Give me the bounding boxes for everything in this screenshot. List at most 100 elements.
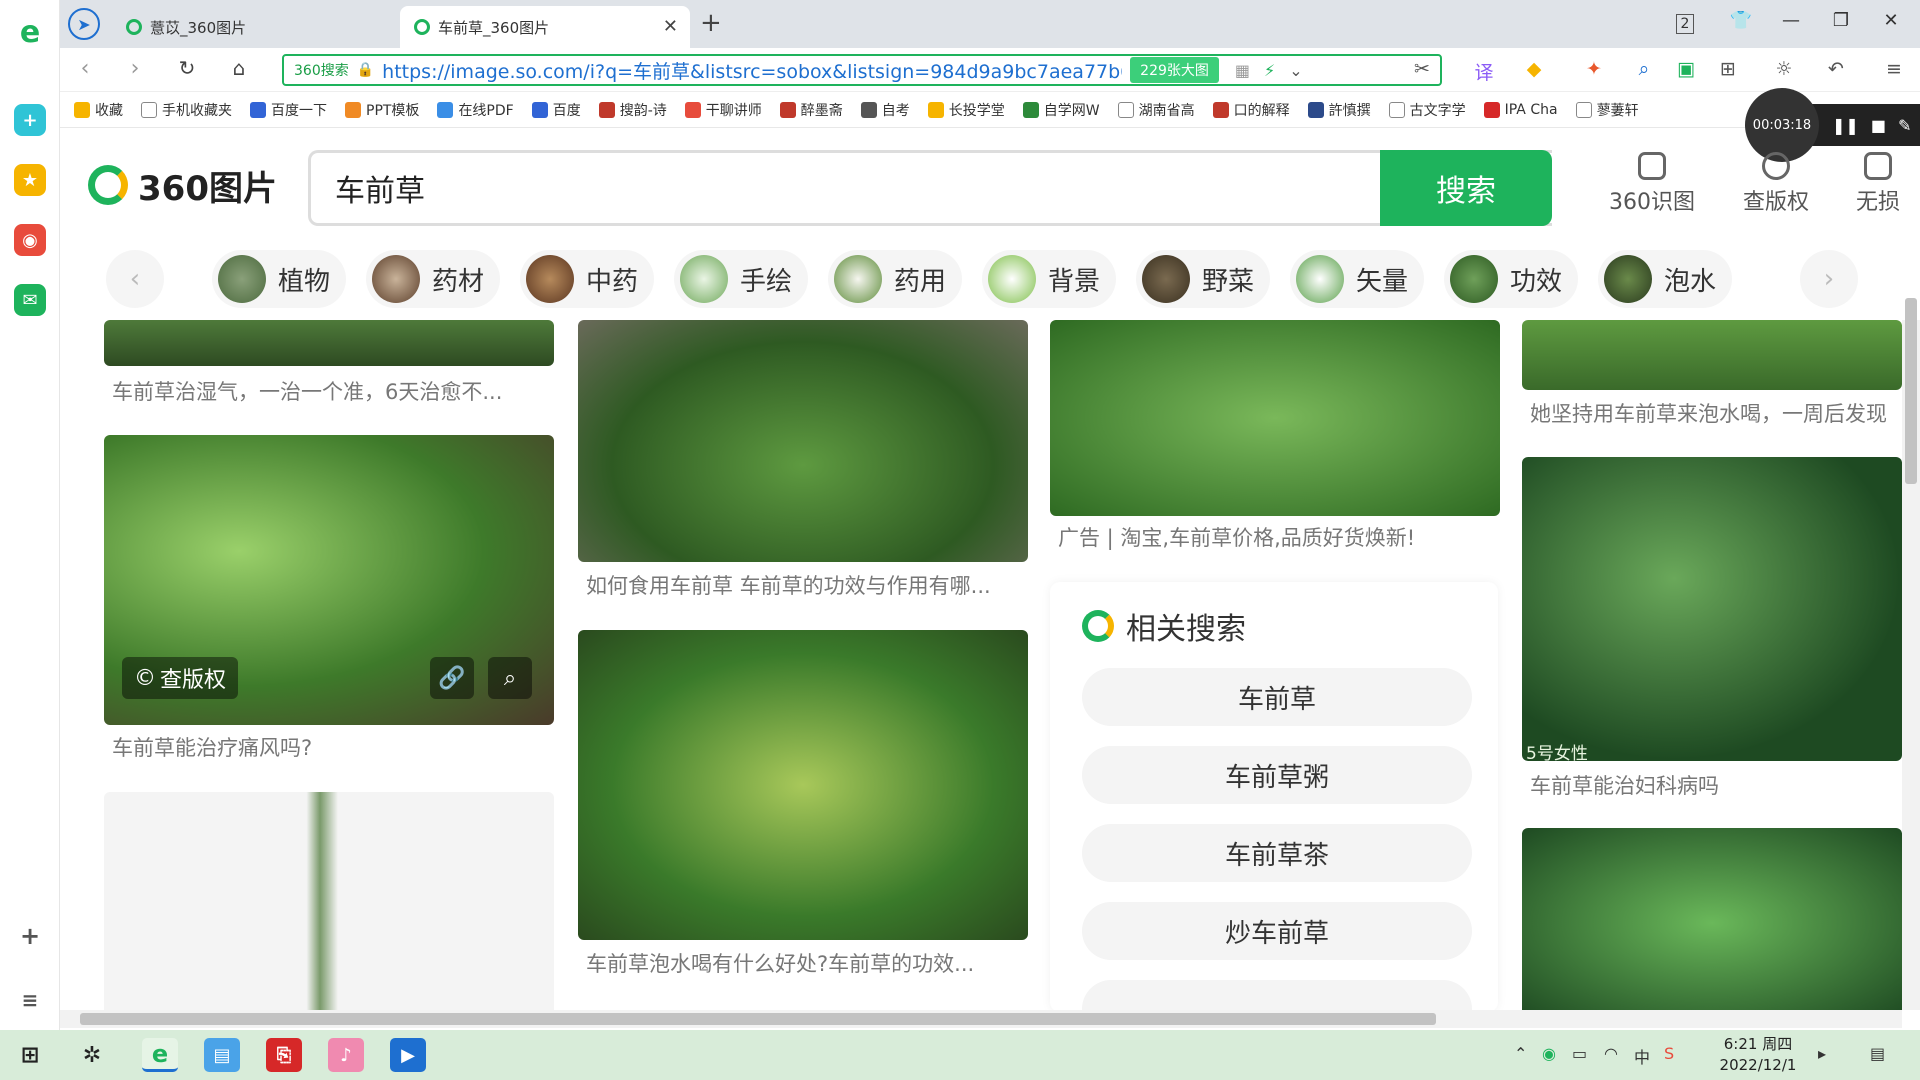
ime-icon[interactable]: 中 <box>1634 1044 1650 1068</box>
bookmark-item[interactable]: 自考 <box>860 100 910 120</box>
lossless-button[interactable]: 无损 <box>1856 152 1902 216</box>
game-icon[interactable]: ✦ <box>1580 58 1608 80</box>
image-caption[interactable]: 她坚持用车前草来泡水喝，一周后发现 <box>1530 398 1902 428</box>
minimize-button[interactable]: — <box>1776 10 1806 31</box>
start-windows-icon[interactable]: ⊞ <box>12 1038 48 1072</box>
scissors-icon[interactable]: ✂ <box>1408 58 1436 80</box>
photo-app-icon[interactable]: ♪ <box>328 1038 364 1072</box>
image-caption[interactable]: 车前草能治疗痛风吗? <box>112 732 552 762</box>
tray-app-icon[interactable]: S <box>1664 1044 1674 1063</box>
bookmark-item[interactable]: 自学网W <box>1022 100 1100 120</box>
bookmark-item[interactable]: 蓼萋轩 <box>1575 100 1639 120</box>
category-chip[interactable]: 药材 <box>366 250 501 308</box>
security-tray-icon[interactable]: ◉ <box>1542 1044 1556 1063</box>
bookmark-item[interactable]: 在线PDF <box>437 100 514 120</box>
add-sidebar-item-icon[interactable]: + <box>14 920 46 952</box>
chevron-right-icon[interactable]: › <box>1800 250 1858 308</box>
video-recorder-icon[interactable]: ▶ <box>390 1038 426 1072</box>
bookmark-item[interactable]: 百度一下 <box>250 100 327 120</box>
favorites-star-icon[interactable]: ★ <box>14 164 46 196</box>
file-explorer-icon[interactable]: ▤ <box>204 1038 240 1072</box>
bookmark-item[interactable]: PPT模板 <box>345 100 419 120</box>
result-image[interactable] <box>104 792 554 1010</box>
bookmark-item[interactable]: 百度 <box>531 100 581 120</box>
lock-icon[interactable]: 🔒 <box>357 62 374 78</box>
url-text[interactable]: https://image.so.com/i?q=车前草&listsrc=sob… <box>382 57 1122 84</box>
back-button[interactable]: ‹ <box>70 56 100 81</box>
action-center-icon[interactable]: ▸ <box>1818 1044 1826 1063</box>
pdf-reader-icon[interactable]: ⎘ <box>266 1038 302 1072</box>
related-search-item[interactable]: 车前草茶 <box>1082 824 1472 882</box>
vertical-scroll-thumb[interactable] <box>1905 298 1917 484</box>
category-chip[interactable]: 药用 <box>828 250 963 308</box>
chevron-down-icon[interactable]: ⌄ <box>1289 61 1302 80</box>
close-window-button[interactable]: ✕ <box>1876 10 1906 31</box>
menu-icon[interactable]: ≡ <box>1880 58 1908 80</box>
mail-icon[interactable]: ✉ <box>14 284 46 316</box>
category-chip[interactable]: 功效 <box>1444 250 1579 308</box>
category-chip[interactable]: 野菜 <box>1136 250 1271 308</box>
related-search-item[interactable]: 炒车前草 <box>1082 902 1472 960</box>
result-image[interactable] <box>1050 320 1500 516</box>
pinwheel-icon[interactable]: ✲ <box>74 1038 110 1072</box>
home-button[interactable]: ⌂ <box>224 56 254 80</box>
extension-icon[interactable]: ◆ <box>1520 58 1548 80</box>
result-image[interactable] <box>1522 828 1902 1010</box>
bookmark-item[interactable]: 手机收藏夹 <box>141 100 232 120</box>
skin-icon[interactable]: 👕 <box>1726 10 1756 31</box>
add-app-icon[interactable]: + <box>14 104 46 136</box>
new-tab-button[interactable]: + <box>700 8 722 38</box>
result-image[interactable] <box>1522 320 1902 390</box>
image-caption[interactable]: 车前草能治妇科病吗 <box>1530 770 1902 800</box>
category-chip[interactable]: 矢量 <box>1290 250 1425 308</box>
qr-icon[interactable]: ▦ <box>1235 61 1250 80</box>
pen-icon[interactable]: ✎ <box>1898 116 1911 135</box>
category-chip[interactable]: 泡水 <box>1598 250 1733 308</box>
bookmark-item[interactable]: 搜韵-诗 <box>598 100 667 120</box>
navigate-icon[interactable]: ➤ <box>68 8 100 40</box>
bookmark-item[interactable]: 醉墨斋 <box>779 100 843 120</box>
pause-icon[interactable]: ❚❚ <box>1832 116 1859 135</box>
bookmark-item[interactable]: 长投学堂 <box>927 100 1005 120</box>
result-image[interactable] <box>104 320 554 366</box>
restore-button[interactable]: ❐ <box>1826 10 1856 31</box>
chevron-left-icon[interactable]: ‹ <box>106 250 164 308</box>
category-chip[interactable]: 手绘 <box>674 250 809 308</box>
related-search-item[interactable]: 车前草 <box>1082 668 1472 726</box>
ad-caption[interactable]: 广告 | 淘宝,车前草价格,品质好货焕新! <box>1058 522 1498 552</box>
bookmark-item[interactable]: 口的解释 <box>1212 100 1290 120</box>
bookmark-item[interactable]: 湖南省高 <box>1117 100 1195 120</box>
related-search-item[interactable] <box>1082 980 1472 1010</box>
result-image-hovered[interactable]: © 查版权 🔗 ⌕ <box>104 435 554 725</box>
forward-button[interactable]: › <box>120 56 150 81</box>
image-caption[interactable]: 如何食用车前草 车前草的功效与作用有哪... <box>586 570 1026 600</box>
reload-button[interactable]: ↻ <box>172 56 202 80</box>
image-caption[interactable]: 车前草治湿气，一治一个准，6天治愈不... <box>112 376 552 406</box>
translate-icon[interactable]: 译 <box>1470 58 1498 85</box>
category-chip[interactable]: 植物 <box>212 250 347 308</box>
search-engine-label[interactable]: 360搜索 <box>294 60 349 80</box>
related-search-item[interactable]: 车前草粥 <box>1082 746 1472 804</box>
bookmark-item[interactable]: IPA Cha <box>1483 101 1558 118</box>
system-clock[interactable]: 6:21 周四 2022/12/1 <box>1708 1034 1808 1076</box>
tab-cheqiancao[interactable]: 车前草_360图片 ✕ <box>400 6 690 48</box>
search-button[interactable]: 搜索 <box>1380 150 1552 226</box>
brightness-icon[interactable]: ☼ <box>1770 58 1798 80</box>
notification-icon[interactable]: ▤ <box>1870 1044 1885 1063</box>
search-toolbar-icon[interactable]: ⌕ <box>1630 58 1658 80</box>
similar-search-icon[interactable]: ⌕ <box>488 657 532 699</box>
stop-icon[interactable]: ■ <box>1871 116 1886 135</box>
link-icon[interactable]: 🔗 <box>430 657 474 699</box>
big-image-badge[interactable]: 229张大图 <box>1130 57 1219 83</box>
image-recognition-button[interactable]: 360识图 <box>1604 152 1700 216</box>
category-chip[interactable]: 背景 <box>982 250 1117 308</box>
weibo-icon[interactable]: ◉ <box>14 224 46 256</box>
result-image[interactable] <box>578 320 1028 562</box>
sidebar-menu-icon[interactable]: ≡ <box>14 984 46 1016</box>
category-chip[interactable]: 中药 <box>520 250 655 308</box>
site-logo[interactable]: 360图片 <box>88 162 277 209</box>
reader-icon[interactable]: ▣ <box>1672 58 1700 80</box>
wifi-icon[interactable]: ◠ <box>1604 1044 1618 1063</box>
bookmark-item[interactable]: 許慎撰 <box>1307 100 1371 120</box>
tab-count-badge[interactable]: 2 <box>1676 14 1694 34</box>
